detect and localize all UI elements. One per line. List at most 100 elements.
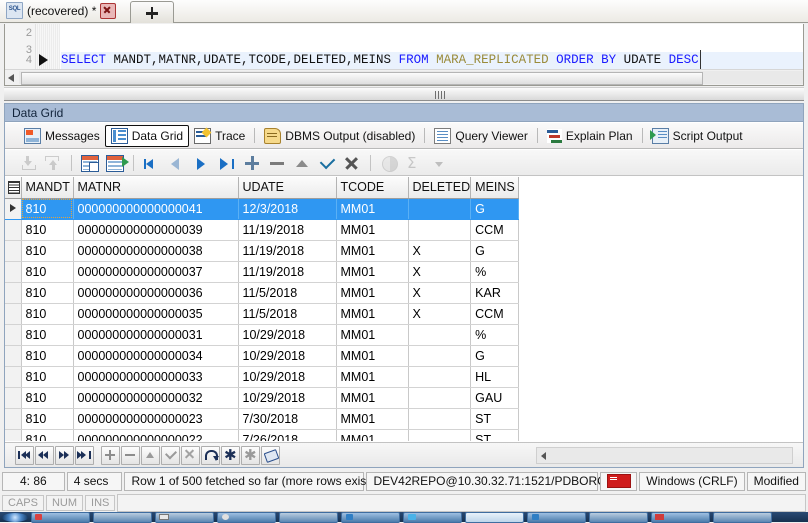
tab-query-viewer[interactable]: Query Viewer	[429, 125, 532, 147]
cell-mandt[interactable]: 810	[21, 282, 74, 304]
cell-mandt[interactable]: 810	[21, 387, 74, 409]
previous-record-button[interactable]	[166, 153, 188, 173]
table-row[interactable]: 810 000000000000000037 11/19/2018 MM01 X…	[5, 261, 520, 283]
tab-trace[interactable]: Trace	[189, 125, 250, 147]
cell-mandt[interactable]: 810	[21, 240, 74, 262]
column-header-tcode[interactable]: TCODE	[336, 177, 409, 199]
import-data-button[interactable]	[17, 153, 39, 173]
line-ending-indicator[interactable]: Windows (CRLF)	[639, 471, 745, 491]
taskbar-item[interactable]	[651, 511, 710, 523]
cell-meins[interactable]: ST	[470, 408, 520, 430]
cell-deleted[interactable]	[408, 219, 472, 241]
cell-matnr[interactable]: 000000000000000034	[73, 345, 239, 367]
chart-button[interactable]	[378, 153, 400, 173]
grid-horizontal-scrollbar[interactable]	[536, 447, 793, 464]
refresh-button[interactable]	[201, 445, 220, 465]
export-grid-button[interactable]	[104, 153, 129, 173]
cell-deleted[interactable]	[408, 345, 472, 367]
taskbar-item[interactable]	[527, 511, 586, 523]
next-record-button[interactable]	[191, 153, 213, 173]
prev-page-button[interactable]	[35, 445, 54, 465]
tab-dbms-output[interactable]: DBMS Output (disabled)	[259, 125, 420, 147]
cell-meins[interactable]: %	[470, 324, 520, 346]
select-all-corner[interactable]	[5, 177, 22, 199]
column-header-mandt[interactable]: MANDT	[21, 177, 74, 199]
cell-meins[interactable]: ST	[470, 429, 520, 441]
cell-matnr[interactable]: 000000000000000032	[73, 387, 239, 409]
close-icon[interactable]	[100, 2, 117, 19]
cell-meins[interactable]: HL	[470, 366, 520, 388]
connection-indicator[interactable]: DEV42REPO@10.30.32.71:1521/PDBORCL	[366, 471, 612, 491]
sql-editor[interactable]: 2 3 4 5 SELECT MANDT,MATNR,UDATE,TCODE,D…	[4, 24, 804, 86]
accept-button[interactable]	[161, 445, 180, 465]
row-indicator[interactable]	[5, 219, 22, 241]
post-edit-button[interactable]	[291, 153, 313, 173]
clear-button[interactable]	[261, 445, 280, 465]
cell-deleted[interactable]: X	[408, 303, 472, 325]
column-header-meins[interactable]: MEINS	[470, 177, 520, 199]
taskbar-item[interactable]	[403, 511, 462, 523]
cell-meins[interactable]: GAU	[470, 387, 520, 409]
cell-udate[interactable]: 11/19/2018	[238, 240, 337, 262]
cell-mandt[interactable]: 810	[21, 366, 74, 388]
tab-data-grid[interactable]: Data Grid	[104, 124, 190, 147]
row-indicator[interactable]	[5, 261, 22, 283]
cell-meins[interactable]: CCM	[470, 303, 520, 325]
column-header-udate[interactable]: UDATE	[238, 177, 337, 199]
document-tab-recovered[interactable]: (recovered) *	[2, 0, 120, 21]
cell-mandt[interactable]: 810	[21, 303, 74, 325]
cell-udate[interactable]: 10/29/2018	[238, 324, 337, 346]
cell-tcode[interactable]: MM01	[336, 408, 409, 430]
column-header-deleted[interactable]: DELETED	[408, 177, 472, 199]
freeze-view-button[interactable]	[79, 153, 101, 173]
cancel-edit-button[interactable]	[181, 445, 200, 465]
new-tab-button[interactable]	[130, 1, 174, 23]
cell-tcode[interactable]: MM01	[336, 429, 409, 441]
taskbar-item[interactable]	[31, 511, 90, 523]
cell-udate[interactable]: 10/29/2018	[238, 345, 337, 367]
delete-record-button[interactable]	[266, 153, 288, 173]
remove-row-button[interactable]	[121, 445, 140, 465]
taskbar-item[interactable]	[589, 511, 648, 523]
cell-udate[interactable]: 11/19/2018	[238, 219, 337, 241]
cell-mandt[interactable]: 810	[21, 345, 74, 367]
cell-matnr[interactable]: 000000000000000022	[73, 429, 239, 441]
first-record-button[interactable]	[141, 153, 163, 173]
cell-mandt[interactable]: 810	[21, 198, 74, 220]
taskbar-item[interactable]	[465, 511, 524, 523]
cell-matnr[interactable]: 000000000000000039	[73, 219, 239, 241]
row-indicator[interactable]	[5, 240, 22, 262]
editor-horizontal-scrollbar[interactable]	[5, 69, 803, 85]
tab-messages[interactable]: Messages	[19, 125, 105, 147]
cell-udate[interactable]: 7/26/2018	[238, 429, 337, 441]
cell-meins[interactable]: %	[470, 261, 520, 283]
cell-udate[interactable]: 10/29/2018	[238, 387, 337, 409]
cell-deleted[interactable]	[408, 366, 472, 388]
cell-udate[interactable]: 11/19/2018	[238, 261, 337, 283]
table-row[interactable]: 810 000000000000000034 10/29/2018 MM01 G	[5, 345, 520, 367]
scroll-left-arrow-icon[interactable]	[8, 74, 14, 82]
cell-matnr[interactable]: 000000000000000023	[73, 408, 239, 430]
first-row-button[interactable]	[15, 445, 34, 465]
row-indicator[interactable]	[5, 198, 22, 220]
table-row[interactable]: 810 000000000000000032 10/29/2018 MM01 G…	[5, 387, 520, 409]
cell-matnr[interactable]: 000000000000000037	[73, 261, 239, 283]
cell-meins[interactable]: G	[470, 240, 520, 262]
cell-meins[interactable]: KAR	[470, 282, 520, 304]
cell-matnr[interactable]: 000000000000000041	[73, 198, 239, 220]
cell-udate[interactable]: 10/29/2018	[238, 366, 337, 388]
cell-udate[interactable]: 11/5/2018	[238, 282, 337, 304]
cell-tcode[interactable]: MM01	[336, 198, 409, 220]
cell-deleted[interactable]	[408, 198, 472, 220]
cell-tcode[interactable]: MM01	[336, 261, 409, 283]
row-indicator[interactable]	[5, 366, 22, 388]
cell-tcode[interactable]: MM01	[336, 240, 409, 262]
unmark-button[interactable]: ✱	[241, 445, 260, 465]
tab-script-output[interactable]: Script Output	[647, 125, 748, 147]
scroll-thumb[interactable]	[21, 72, 703, 85]
data-grid[interactable]: MANDT MATNR UDATE TCODE DELETED MEINS 81…	[5, 177, 803, 441]
commit-button[interactable]	[316, 153, 338, 173]
taskbar-item[interactable]	[155, 511, 214, 523]
cell-matnr[interactable]: 000000000000000031	[73, 324, 239, 346]
cell-udate[interactable]: 7/30/2018	[238, 408, 337, 430]
